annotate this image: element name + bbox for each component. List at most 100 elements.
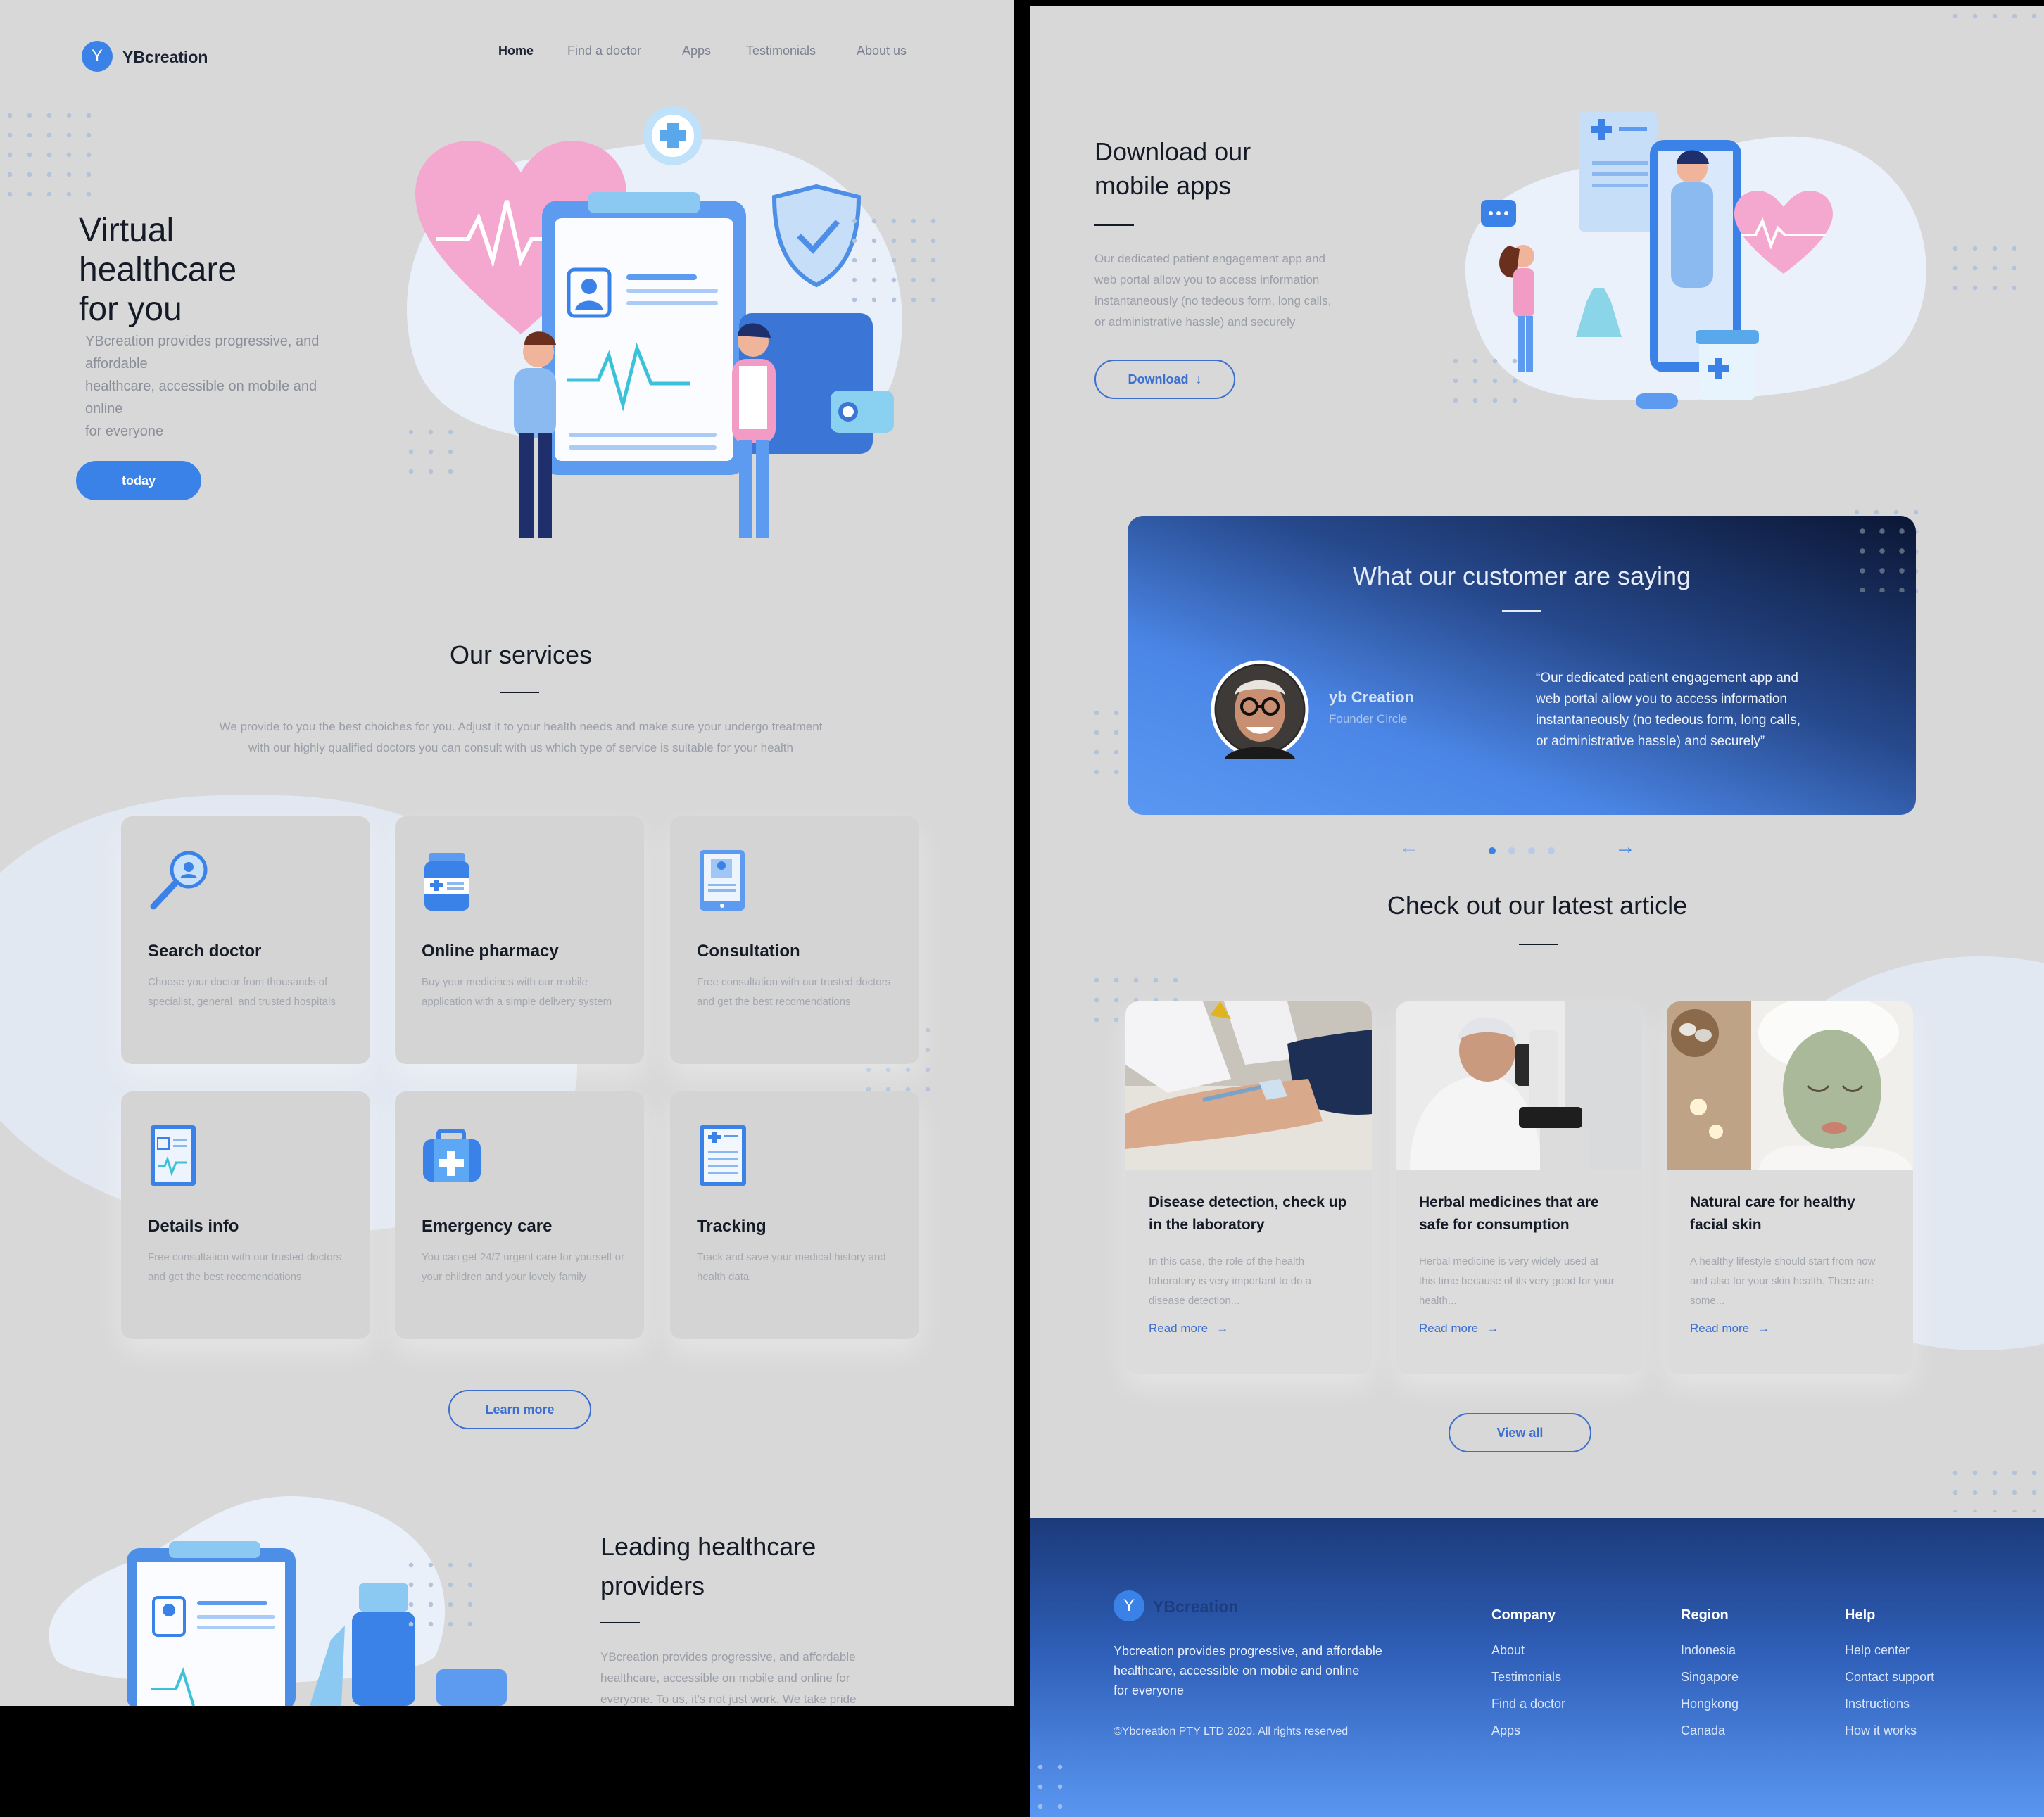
footer-link-canada[interactable]: Canada — [1681, 1723, 1725, 1738]
hero-desc-line: YBcreation provides progressive, and — [85, 334, 320, 349]
article-card[interactable]: Natural care for healthy facial skin A h… — [1667, 1001, 1913, 1374]
nav-about[interactable]: About us — [857, 44, 907, 58]
hero-title-line: Virtual — [79, 212, 175, 249]
tablet-doctor-icon — [700, 850, 745, 911]
learn-more-button[interactable]: Learn more — [448, 1390, 591, 1429]
customer-name: yb Creation — [1329, 688, 1415, 706]
nav-find-doctor[interactable]: Find a doctor — [567, 44, 641, 58]
decor-dots — [0, 106, 92, 197]
service-description: Choose your doctor from thousands of spe… — [148, 976, 336, 1008]
title-divider — [500, 692, 539, 693]
service-card-online-pharmacy[interactable]: Online pharmacy Buy your medicines with … — [395, 816, 644, 1064]
footer-desc-line: healthcare, accessible on mobile and onl… — [1114, 1664, 1360, 1678]
carousel-dot[interactable] — [1528, 847, 1535, 854]
service-description: You can get 24/7 urgent care for yoursel… — [422, 1251, 624, 1283]
download-button-label: Download — [1128, 372, 1189, 386]
decor-dots — [1945, 6, 2044, 34]
carousel-next-arrow-icon[interactable]: → — [1615, 835, 1636, 859]
apps-title-line: mobile apps — [1094, 171, 1232, 200]
service-card-emergency-care[interactable]: Emergency care You can get 24/7 urgent c… — [395, 1091, 644, 1339]
footer-link-about[interactable]: About — [1491, 1643, 1525, 1658]
article-excerpt: In this case, the role of the health lab… — [1149, 1255, 1311, 1307]
footer-link-hongkong[interactable]: Hongkong — [1681, 1697, 1739, 1711]
footer-link-contact-support[interactable]: Contact support — [1845, 1670, 1934, 1685]
service-title: Details info — [148, 1217, 239, 1236]
apps-title: Download our mobile apps — [1094, 135, 1251, 203]
article-title[interactable]: Herbal medicines that are safe for consu… — [1419, 1191, 1623, 1236]
hero-title-line: healthcare — [79, 251, 237, 289]
article-image-lab — [1125, 1001, 1372, 1170]
hero-cta-button[interactable]: today — [76, 461, 201, 500]
service-card-consultation[interactable]: Consultation Free consultation with our … — [670, 816, 919, 1064]
nav-testimonials[interactable]: Testimonials — [746, 44, 816, 58]
apps-desc-line: web portal allow you to access informati… — [1094, 273, 1320, 286]
quote-line: instantaneously (no tedeous form, long c… — [1536, 713, 1800, 728]
search-icon — [150, 851, 208, 910]
footer-link-find-doctor[interactable]: Find a doctor — [1491, 1697, 1565, 1711]
brand-logo-icon[interactable]: Y — [82, 41, 113, 72]
hero-illustration — [407, 106, 902, 538]
footer-logo-icon[interactable]: Y — [1114, 1590, 1144, 1621]
service-title: Consultation — [697, 942, 800, 961]
decor-dots — [1087, 703, 1129, 787]
download-button[interactable]: Download ↓ — [1094, 360, 1235, 399]
services-title: Our services — [449, 640, 593, 669]
footer-link-singapore[interactable]: Singapore — [1681, 1670, 1739, 1685]
footer-brand-name[interactable]: YBcreation — [1153, 1597, 1238, 1616]
landing-page-right: Download our mobile apps Our dedicated p… — [1030, 6, 2044, 1817]
hero-desc-line: online — [85, 401, 123, 417]
leading-title: Leading healthcare providers — [600, 1527, 816, 1606]
arrow-right-icon: → — [1758, 1322, 1770, 1335]
hero-desc-line: affordable — [85, 356, 148, 372]
copyright: ©Ybcreation PTY LTD 2020. All rights res… — [1114, 1726, 1349, 1737]
apps-illustration — [1465, 112, 1926, 409]
read-more-link[interactable]: Read more → — [1419, 1322, 1499, 1336]
nav-apps[interactable]: Apps — [682, 44, 711, 58]
medical-record-icon — [151, 1125, 196, 1186]
nav-home[interactable]: Home — [498, 44, 534, 58]
service-description: Free consultation with our trusted docto… — [697, 976, 891, 1008]
decor-dots — [1446, 351, 1523, 414]
article-card[interactable]: Herbal medicines that are safe for consu… — [1396, 1001, 1642, 1374]
avatar — [1211, 660, 1309, 759]
footer-link-indonesia[interactable]: Indonesia — [1681, 1643, 1736, 1658]
services-desc-line: We provide to you the best choiches for … — [219, 720, 823, 733]
testimonial-quote: “Our dedicated patient engagement app an… — [1536, 668, 1867, 752]
arrow-right-icon: → — [1487, 1322, 1499, 1335]
read-more-label: Read more — [1149, 1322, 1209, 1335]
article-card[interactable]: Disease detection, check up in the labor… — [1125, 1001, 1372, 1374]
footer-link-help-center[interactable]: Help center — [1845, 1643, 1910, 1658]
leading-title-line: Leading healthcare — [600, 1532, 816, 1561]
view-all-button[interactable]: View all — [1449, 1413, 1591, 1452]
footer-link-instructions[interactable]: Instructions — [1845, 1697, 1910, 1711]
decor-dots — [1030, 1757, 1073, 1817]
services-desc-line: with our highly qualified doctors you ca… — [248, 741, 793, 754]
article-title[interactable]: Disease detection, check up in the labor… — [1149, 1191, 1353, 1236]
read-more-link[interactable]: Read more → — [1690, 1322, 1769, 1336]
service-card-search-doctor[interactable]: Search doctor Choose your doctor from th… — [121, 816, 370, 1064]
decor-dots — [1945, 239, 2016, 302]
brand-name[interactable]: YBcreation — [122, 48, 208, 67]
footer-link-testimonials[interactable]: Testimonials — [1491, 1670, 1561, 1685]
arrow-right-icon: → — [1216, 1322, 1229, 1335]
carousel-dot[interactable] — [1508, 847, 1515, 854]
service-card-tracking[interactable]: Tracking Track and save your medical his… — [670, 1091, 919, 1339]
footer-link-apps[interactable]: Apps — [1491, 1723, 1520, 1738]
hero-description: YBcreation provides progressive, and aff… — [85, 330, 353, 443]
article-excerpt: Herbal medicine is very widely used at t… — [1419, 1255, 1615, 1307]
article-title[interactable]: Natural care for healthy facial skin — [1690, 1191, 1894, 1236]
service-description: Free consultation with our trusted docto… — [148, 1251, 342, 1283]
logo-letter: Y — [91, 46, 103, 65]
leading-title-line: providers — [600, 1571, 705, 1600]
hero-title-line: for you — [79, 291, 182, 328]
title-divider — [600, 1622, 640, 1623]
carousel-dot-active[interactable] — [1489, 847, 1496, 854]
footer-link-how-it-works[interactable]: How it works — [1845, 1723, 1917, 1738]
apps-description: Our dedicated patient engagement app and… — [1094, 248, 1376, 333]
carousel-dot[interactable] — [1548, 847, 1555, 854]
articles-title: Check out our latest article — [1387, 891, 1688, 920]
read-more-link[interactable]: Read more → — [1149, 1322, 1228, 1336]
carousel-prev-arrow-icon[interactable]: ← — [1399, 835, 1420, 859]
service-card-details-info[interactable]: Details info Free consultation with our … — [121, 1091, 370, 1339]
service-title: Tracking — [697, 1217, 766, 1236]
